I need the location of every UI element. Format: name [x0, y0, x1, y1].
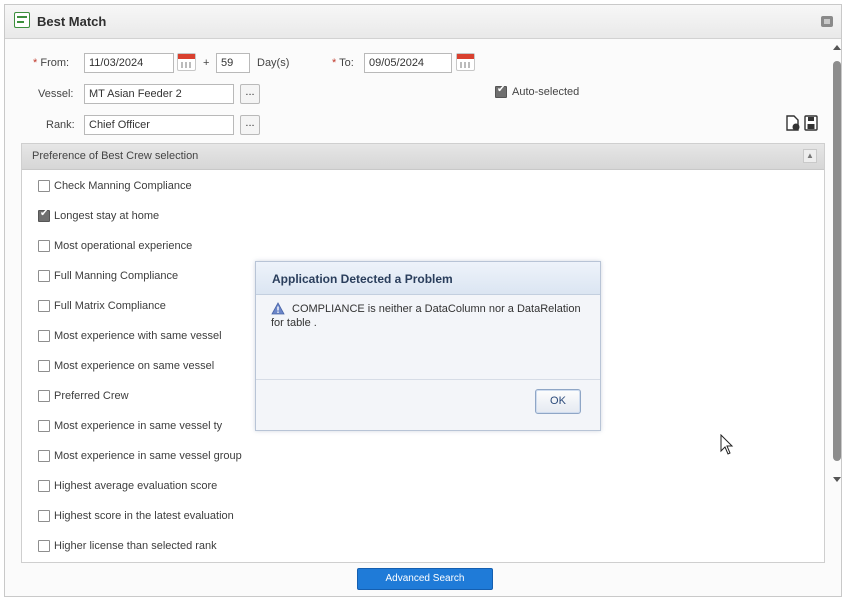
preference-checkbox[interactable] [38, 450, 50, 463]
rank-label: Rank: [46, 119, 75, 131]
from-calendar-icon[interactable] [177, 53, 196, 71]
preference-checkbox[interactable] [38, 208, 50, 223]
ok-button[interactable]: OK [535, 389, 581, 414]
preference-panel-title: Preference of Best Crew selection [32, 150, 199, 162]
rank-input[interactable] [84, 115, 234, 135]
preference-item[interactable]: Most operational experience [38, 240, 192, 256]
to-label: * To: [332, 57, 354, 69]
scrollbar-thumb[interactable] [833, 61, 841, 461]
vertical-scrollbar[interactable] [831, 41, 843, 561]
error-dialog-header: Application Detected a Problem [256, 262, 600, 295]
preference-label: Highest score in the latest evaluation [54, 510, 234, 522]
window-close-icon[interactable] [821, 16, 833, 27]
preference-label: Most experience with same vessel [54, 330, 222, 342]
advanced-search-button[interactable]: Advanced Search [357, 568, 493, 590]
to-calendar-icon[interactable] [456, 53, 475, 71]
vessel-input[interactable] [84, 84, 234, 104]
preference-item[interactable]: Most experience on same vessel [38, 360, 214, 376]
preference-item[interactable]: Check Manning Compliance [38, 180, 192, 196]
collapse-icon[interactable]: ▲ [803, 149, 817, 163]
preference-item[interactable]: Higher license than selected rank [38, 540, 217, 556]
preference-label: Most operational experience [54, 240, 193, 252]
mouse-cursor-icon [720, 434, 734, 455]
vessel-browse-button[interactable]: ... [240, 84, 260, 104]
preference-panel-header[interactable]: Preference of Best Crew selection ▲ [22, 144, 824, 170]
export-icon[interactable] [786, 115, 800, 131]
preference-checkbox[interactable] [38, 240, 50, 253]
preference-item[interactable]: Most experience in same vessel ty [38, 420, 222, 436]
preference-item[interactable]: Preferred Crew [38, 390, 129, 406]
preference-item[interactable]: Highest score in the latest evaluation [38, 510, 234, 526]
scroll-down-arrow-icon[interactable] [833, 477, 841, 482]
preference-checkbox[interactable] [38, 510, 50, 523]
days-unit-label: Day(s) [257, 57, 290, 69]
preference-item[interactable]: Longest stay at home [38, 208, 160, 226]
auto-selected-label: Auto-selected [512, 86, 580, 98]
calendar-list-icon [14, 12, 30, 28]
save-icon[interactable] [804, 115, 818, 131]
vessel-label: Vessel: [38, 88, 74, 100]
error-dialog: Application Detected a Problem COMPLIANC… [255, 261, 601, 431]
preference-checkbox[interactable] [38, 420, 50, 433]
rank-browse-button[interactable]: ... [240, 115, 260, 135]
window-titlebar: Best Match [5, 5, 841, 39]
from-label: * From: [33, 57, 70, 69]
error-dialog-title: Application Detected a Problem [272, 272, 453, 286]
preference-checkbox[interactable] [38, 270, 50, 283]
preference-checkbox[interactable] [38, 300, 50, 313]
preference-label: Full Matrix Compliance [54, 300, 166, 312]
window-title: Best Match [37, 14, 107, 29]
preference-item[interactable]: Most experience with same vessel [38, 330, 222, 346]
preference-item[interactable]: Full Matrix Compliance [38, 300, 166, 316]
days-input[interactable] [216, 53, 250, 73]
preference-label: Check Manning Compliance [54, 180, 192, 192]
preference-item[interactable]: Highest average evaluation score [38, 480, 217, 496]
scroll-up-arrow-icon[interactable] [833, 45, 841, 50]
preference-label: Preferred Crew [54, 390, 129, 402]
preference-checkbox[interactable] [38, 180, 50, 193]
preference-checkbox[interactable] [38, 540, 50, 553]
preference-item[interactable]: Full Manning Compliance [38, 270, 178, 286]
preference-label: Most experience in same vessel group [54, 450, 242, 462]
preference-label: Full Manning Compliance [54, 270, 179, 282]
preference-checkbox[interactable] [38, 390, 50, 403]
preference-checkbox[interactable] [38, 480, 50, 493]
preference-label: Highest average evaluation score [54, 480, 218, 492]
preference-label: Most experience in same vessel ty [54, 420, 223, 432]
days-plus-sign: + [203, 57, 210, 69]
error-dialog-message: COMPLIANCE is neither a DataColumn nor a… [271, 303, 581, 329]
auto-selected-check-mark [495, 84, 507, 99]
from-date-input[interactable] [84, 53, 174, 73]
preference-label: Longest stay at home [54, 210, 160, 222]
error-dialog-divider [256, 379, 600, 380]
preference-item[interactable]: Most experience in same vessel group [38, 450, 242, 466]
preference-label: Most experience on same vessel [54, 360, 215, 372]
preference-label: Higher license than selected rank [54, 540, 217, 552]
preference-checkbox[interactable] [38, 360, 50, 373]
preference-checkbox[interactable] [38, 330, 50, 343]
to-date-input[interactable] [364, 53, 452, 73]
auto-selected-checkbox[interactable] [495, 84, 507, 99]
